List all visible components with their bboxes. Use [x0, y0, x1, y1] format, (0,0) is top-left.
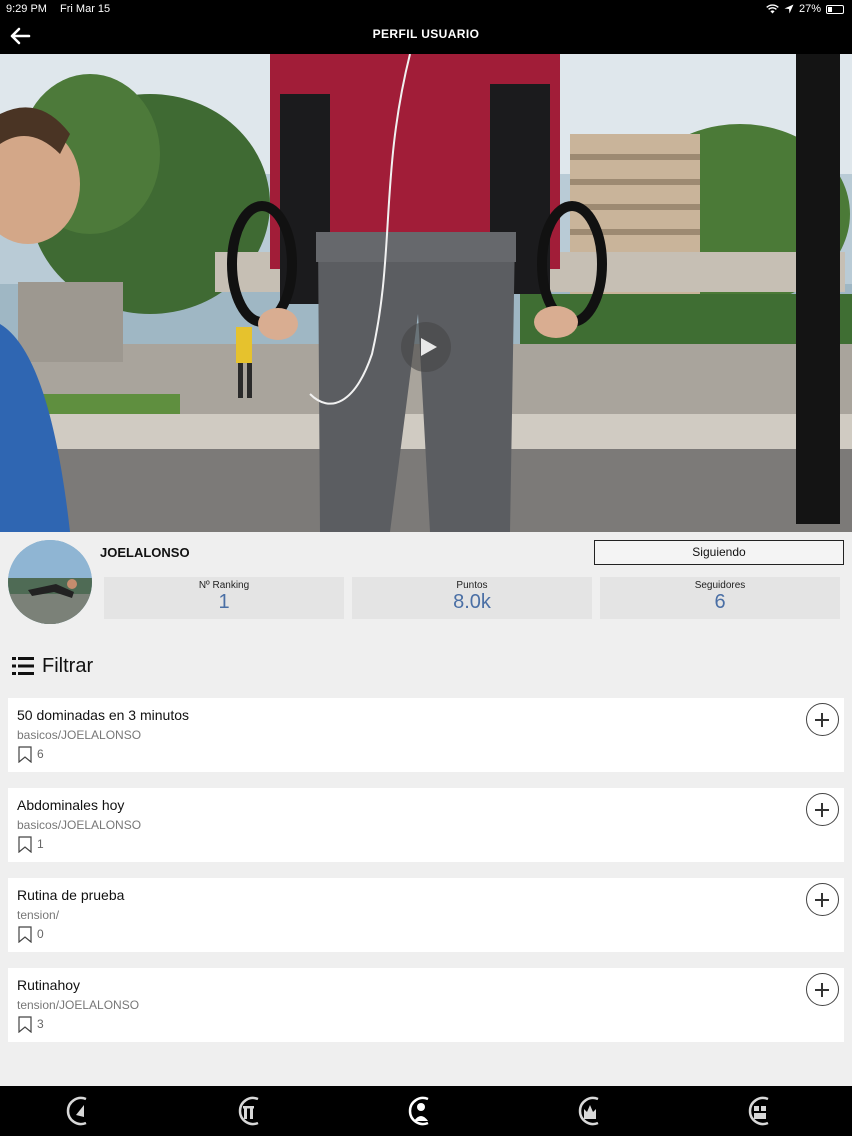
battery-icon [826, 4, 844, 14]
add-routine-button[interactable] [806, 973, 839, 1006]
status-time: 9:29 PM [6, 3, 47, 15]
battery-percent: 27% [798, 3, 821, 15]
stat-followers-value: 6 [714, 591, 726, 613]
avatar[interactable] [8, 540, 92, 624]
video-player[interactable] [0, 54, 852, 532]
tab-ranking[interactable] [574, 1095, 604, 1127]
bookmark-icon[interactable] [18, 1016, 32, 1033]
filter-button[interactable]: Filtrar [12, 652, 93, 680]
routine-title: Rutinahoy [17, 977, 81, 993]
routine-path: basicos/JOELALONSO [17, 818, 142, 832]
home-icon [66, 1096, 87, 1126]
bookmark-count: 1 [37, 837, 44, 851]
status-bar: 9:29 PM Fri Mar 15 27% [0, 0, 852, 18]
bookmark-count: 6 [37, 747, 44, 761]
location-icon [784, 4, 794, 14]
profile-icon [408, 1096, 429, 1126]
routine-path: tension/JOELALONSO [17, 998, 140, 1012]
add-routine-button[interactable] [806, 883, 839, 916]
routine-path: basicos/JOELALONSO [17, 728, 142, 742]
stat-points: Puntos 8.0k [352, 577, 592, 619]
avatar-image [8, 540, 92, 624]
add-routine-button[interactable] [806, 703, 839, 736]
stat-ranking: Nº Ranking 1 [104, 577, 344, 619]
following-button[interactable]: Siguiendo [594, 540, 844, 565]
tab-store[interactable] [744, 1095, 774, 1127]
routine-item[interactable]: Rutinahoy tension/JOELALONSO 3 [8, 968, 844, 1042]
add-routine-button[interactable] [806, 793, 839, 826]
bookmark-count: 3 [37, 1017, 44, 1031]
nav-bar: PERFIL USUARIO [0, 18, 852, 54]
video-frame [0, 54, 852, 532]
tab-home[interactable] [62, 1095, 92, 1127]
status-left: 9:29 PM Fri Mar 15 [6, 3, 120, 15]
stat-points-label: Puntos [456, 580, 488, 591]
status-date: Fri Mar 15 [60, 3, 111, 15]
bookmark-icon[interactable] [18, 746, 32, 763]
routine-title: 50 dominadas en 3 minutos [17, 707, 189, 723]
battery-level [828, 6, 832, 12]
bookmark-icon[interactable] [18, 926, 32, 943]
username: JOELALONSO [100, 545, 190, 560]
list-icon [12, 657, 34, 675]
bookmark-icon[interactable] [18, 836, 32, 853]
routine-item[interactable]: 50 dominadas en 3 minutos basicos/JOELAL… [8, 698, 844, 772]
store-icon [748, 1096, 769, 1126]
tab-profile[interactable] [404, 1095, 434, 1127]
bookmark-count: 0 [37, 927, 44, 941]
routine-item[interactable]: Rutina de prueba tension/ 0 [8, 878, 844, 952]
routine-path: tension/ [17, 908, 60, 922]
routine-title: Abdominales hoy [17, 797, 125, 813]
filter-label: Filtrar [42, 654, 94, 677]
play-button[interactable] [401, 322, 451, 372]
status-right: 27% [766, 3, 844, 15]
tab-routines[interactable] [234, 1095, 264, 1127]
stat-followers[interactable]: Seguidores 6 [600, 577, 840, 619]
stat-ranking-value: 1 [218, 591, 230, 613]
page-title: PERFIL USUARIO [372, 27, 480, 41]
wifi-icon [766, 4, 779, 14]
routine-title: Rutina de prueba [17, 887, 125, 903]
routine-item[interactable]: Abdominales hoy basicos/JOELALONSO 1 [8, 788, 844, 862]
tab-bar [0, 1086, 852, 1136]
stat-followers-label: Seguidores [694, 580, 746, 591]
ranking-icon [578, 1096, 599, 1126]
stat-ranking-label: Nº Ranking [198, 580, 250, 591]
routines-icon [238, 1096, 259, 1126]
stat-points-value: 8.0k [453, 591, 491, 613]
